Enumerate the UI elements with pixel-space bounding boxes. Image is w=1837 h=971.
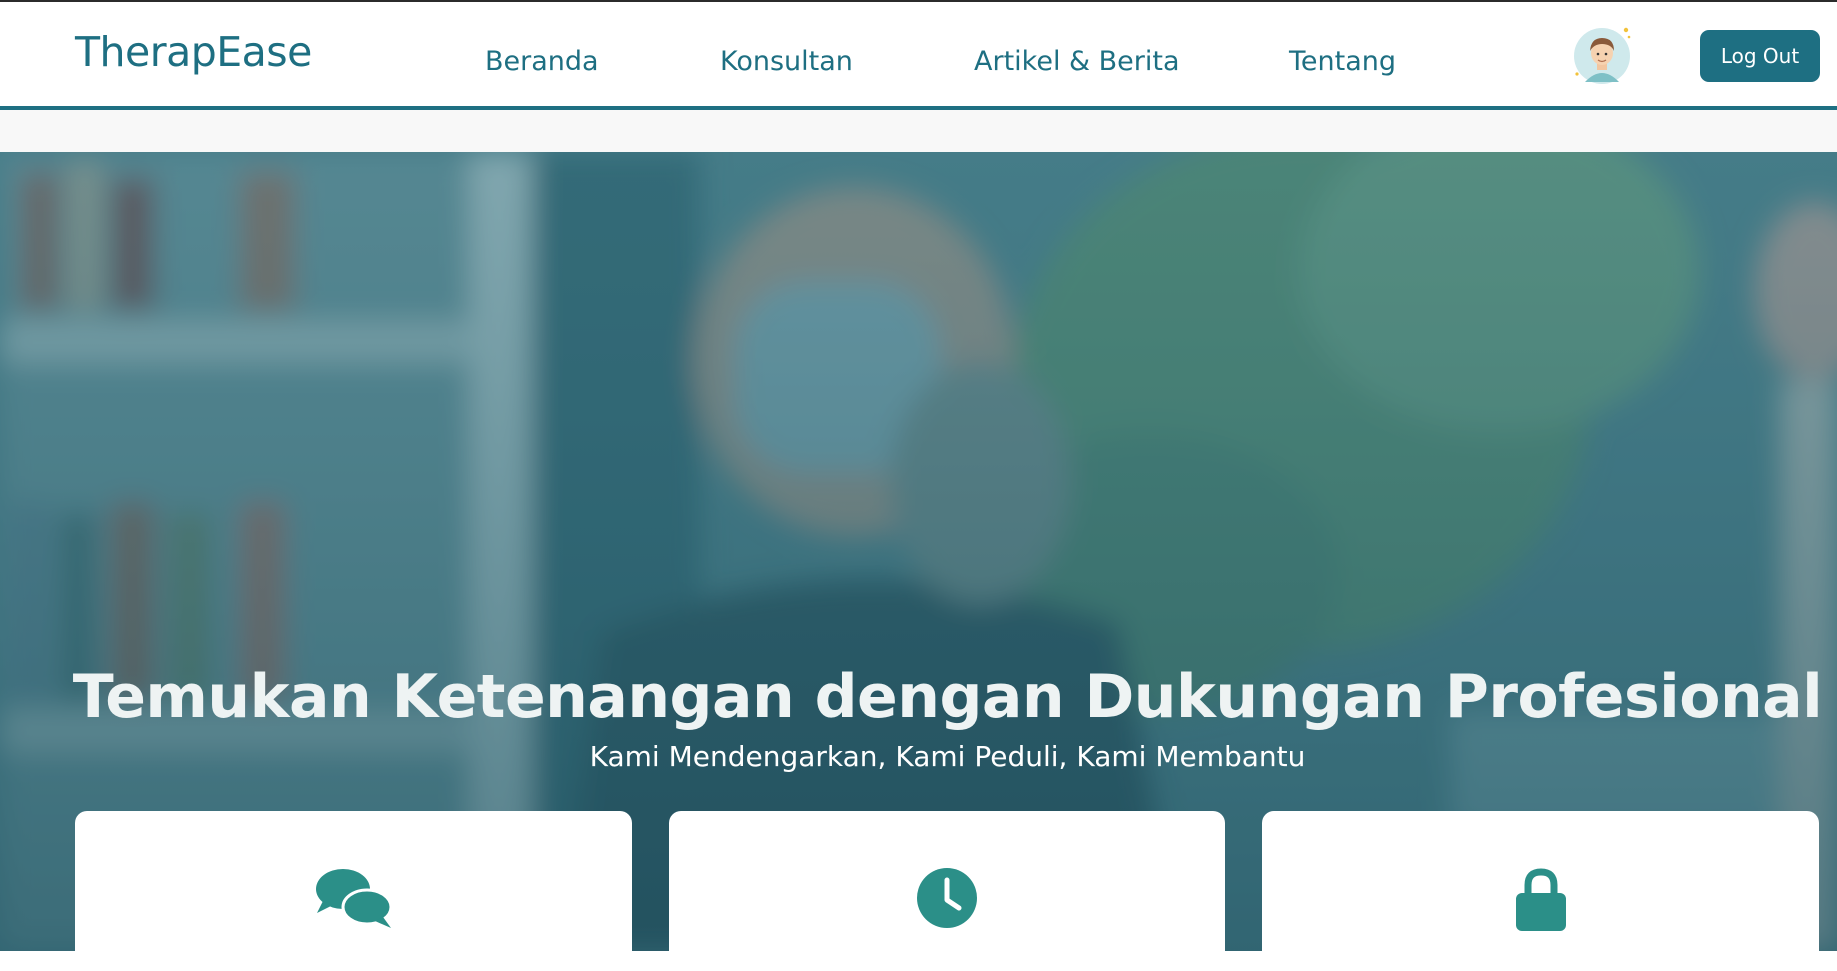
header-spacer bbox=[0, 110, 1837, 152]
chat-bubbles-icon bbox=[315, 867, 393, 933]
feature-card-time[interactable] bbox=[669, 811, 1225, 971]
nav-link-konsultan[interactable]: Konsultan bbox=[720, 46, 853, 77]
nav-link-beranda[interactable]: Beranda bbox=[485, 46, 599, 77]
avatar-icon bbox=[1574, 27, 1631, 84]
hero-title: Temukan Ketenangan dengan Dukungan Profe… bbox=[72, 662, 1823, 733]
nav-link-artikel-berita[interactable]: Artikel & Berita bbox=[974, 46, 1180, 77]
nav-link-tentang[interactable]: Tentang bbox=[1289, 46, 1396, 77]
user-avatar[interactable] bbox=[1571, 24, 1633, 88]
feature-card-privacy[interactable] bbox=[1262, 811, 1819, 971]
feature-card-chat[interactable] bbox=[75, 811, 632, 971]
clock-icon bbox=[916, 867, 978, 933]
logout-button[interactable]: Log Out bbox=[1700, 30, 1820, 82]
navbar: TherapEase Beranda Konsultan Artikel & B… bbox=[0, 2, 1837, 110]
brand-logo[interactable]: TherapEase bbox=[75, 28, 312, 76]
hero-subtitle: Kami Mendengarkan, Kami Peduli, Kami Mem… bbox=[589, 740, 1306, 773]
lock-icon bbox=[1514, 867, 1568, 935]
